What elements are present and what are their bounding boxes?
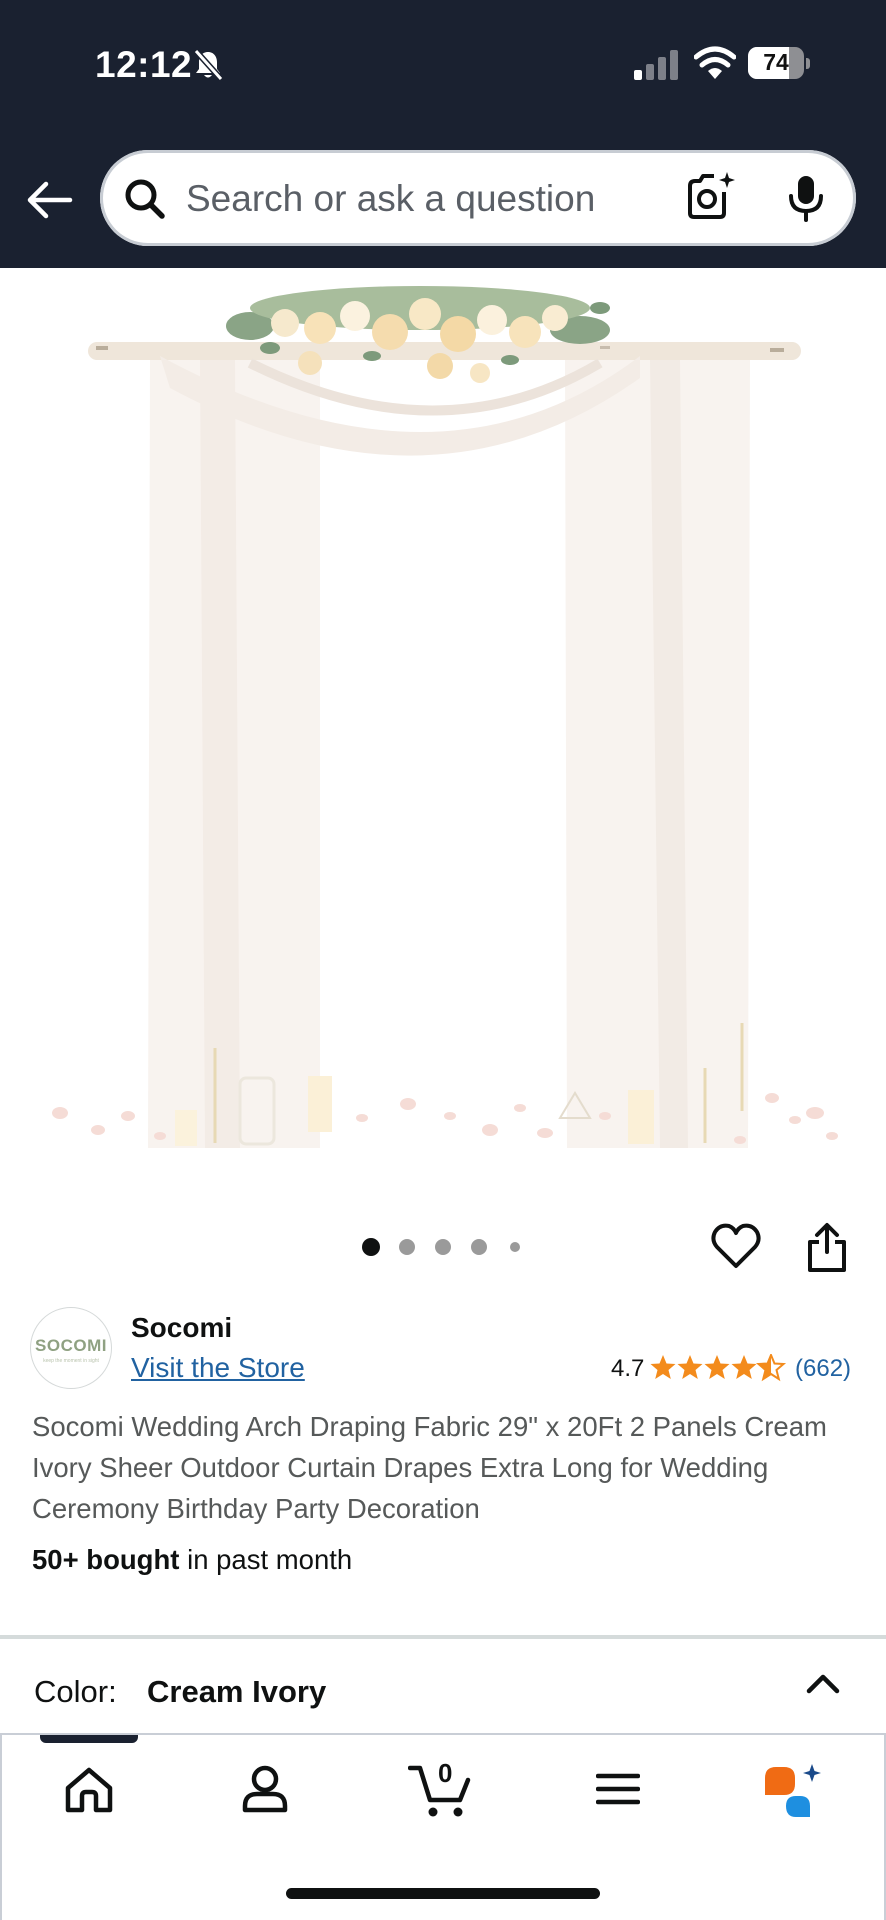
star-icon <box>731 1355 757 1379</box>
chevron-up-icon[interactable] <box>803 1622 843 1722</box>
brand-logo-text: SOCOMI <box>35 1336 107 1355</box>
half-star-icon <box>757 1354 785 1380</box>
pagination-dot[interactable] <box>399 1239 415 1255</box>
pagination-dot[interactable] <box>471 1239 487 1255</box>
share-icon[interactable] <box>805 1222 849 1274</box>
battery-indicator: 74 <box>748 47 810 81</box>
wifi-icon <box>694 46 736 79</box>
pagination-dot[interactable] <box>510 1242 520 1252</box>
star-icon <box>704 1355 730 1379</box>
brand-logo[interactable]: SOCOMI keep the moment in sight <box>30 1307 112 1389</box>
heart-icon[interactable] <box>710 1222 762 1270</box>
product-image[interactable] <box>0 268 886 1168</box>
color-label: Color: <box>34 1674 117 1709</box>
color-value: Cream Ivory <box>147 1674 327 1709</box>
pagination-dot[interactable] <box>435 1239 451 1255</box>
search-icon <box>125 179 165 219</box>
cart-icon[interactable] <box>408 1762 474 1820</box>
visit-store-link[interactable]: Visit the Store <box>131 1352 305 1384</box>
brand-logo-subtext: keep the moment in sight <box>43 1358 99 1364</box>
rufus-assistant-icon[interactable] <box>762 1762 824 1818</box>
back-arrow-icon[interactable] <box>24 175 76 227</box>
rating-value: 4.7 <box>611 1355 645 1382</box>
bought-suffix: in past month <box>179 1544 353 1575</box>
status-time: 12:12 <box>95 44 193 85</box>
section-divider <box>0 1635 886 1639</box>
rating-stars[interactable] <box>650 1354 788 1382</box>
home-indicator <box>286 1888 600 1899</box>
rating-count[interactable]: (662) <box>795 1355 851 1383</box>
home-icon[interactable] <box>62 1762 116 1816</box>
bought-in-past-month: 50+ bought in past month <box>32 1544 352 1576</box>
bell-muted-icon <box>193 49 224 81</box>
battery-percent: 74 <box>763 49 789 75</box>
product-title: Socomi Wedding Arch Draping Fabric 29" x… <box>32 1411 827 1524</box>
search-bar[interactable]: Search or ask a question <box>100 150 856 246</box>
microphone-icon[interactable] <box>786 174 826 222</box>
menu-icon[interactable] <box>596 1762 640 1816</box>
star-icon <box>677 1355 703 1379</box>
search-input[interactable]: Search or ask a question <box>186 178 595 220</box>
star-icon <box>650 1355 676 1379</box>
bought-count: 50+ bought <box>32 1544 180 1575</box>
account-icon[interactable] <box>240 1762 290 1816</box>
cellular-signal-icon <box>634 50 678 80</box>
camera-search-icon[interactable] <box>684 170 736 222</box>
app-header: 12:12 74 Search or ask a question <box>0 0 886 268</box>
pagination-dot[interactable] <box>362 1238 380 1256</box>
active-tab-indicator <box>40 1735 138 1743</box>
brand-name: Socomi <box>131 1312 233 1343</box>
